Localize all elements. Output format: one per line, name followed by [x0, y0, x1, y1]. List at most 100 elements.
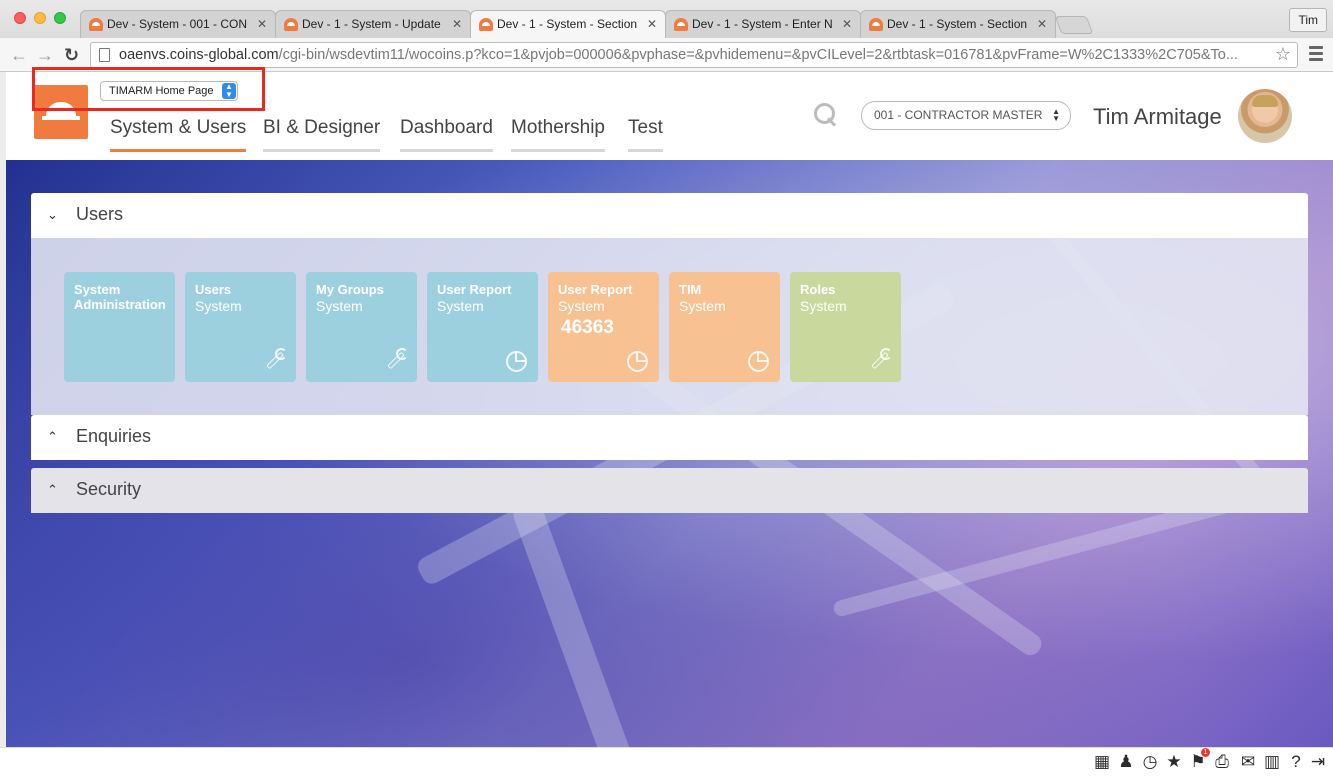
history-icon[interactable]: ◷ — [1140, 752, 1160, 772]
nav-tab-system-users[interactable]: System & Users — [110, 117, 247, 152]
tile-subtitle: System — [437, 298, 484, 314]
tab-title: Dev - 1 - System - Section — [887, 17, 1028, 31]
chevron-up-icon: ⌃ — [47, 429, 58, 444]
page-icon — [99, 48, 110, 62]
browser-tab[interactable]: Dev - 1 - System - Section ✕ — [860, 10, 1056, 38]
forward-arrow-icon[interactable]: → — [36, 44, 54, 66]
wrench-icon — [867, 348, 892, 370]
star-icon[interactable]: ★ — [1164, 752, 1184, 772]
minimize-window-button[interactable] — [34, 12, 46, 24]
browser-tab-active[interactable]: Dev - 1 - System - Section ✕ — [470, 10, 666, 38]
browser-tab[interactable]: Dev - 1 - System - Enter N ✕ — [665, 10, 861, 38]
wrench-icon — [383, 348, 408, 370]
reload-icon[interactable]: ↻ — [64, 44, 79, 66]
select-arrows-icon: ▲ ▼ — [1052, 107, 1060, 123]
browser-menu-icon[interactable] — [1309, 46, 1323, 64]
tile-subtitle: System — [316, 298, 363, 314]
tab-title: Dev - System - 001 - CON — [107, 17, 248, 31]
tile-my-groups[interactable]: My Groups System — [306, 272, 417, 382]
nav-tab-dashboard[interactable]: Dashboard — [400, 117, 493, 152]
tile-subtitle: System — [558, 298, 605, 314]
zoom-window-button[interactable] — [54, 12, 66, 24]
bottom-toolbar: ▦ ♟ ◷ ★ ⚑ 1 ⎙ ✉ ▥ ? ⇥ — [0, 747, 1333, 777]
tab-title: Dev - 1 - System - Update — [302, 17, 441, 31]
coins-favicon-icon — [674, 18, 688, 31]
nav-tab-test[interactable]: Test — [628, 117, 663, 152]
apps-grid-icon[interactable]: ▦ — [1092, 752, 1112, 772]
enquiries-panel-header[interactable]: ⌃ Enquiries — [31, 415, 1308, 460]
tile-roles[interactable]: Roles System — [790, 272, 901, 382]
url-path: /cgi-bin/wsdevtim11/wocoins.p?kco=1&pvjo… — [278, 47, 1238, 63]
person-icon[interactable]: ♟ — [1116, 752, 1136, 772]
mail-icon[interactable]: ✉ — [1238, 752, 1258, 772]
tab-title: Dev - 1 - System - Section — [497, 17, 638, 31]
coins-favicon-icon — [479, 18, 493, 31]
profile-button[interactable]: Tim — [1289, 8, 1327, 32]
annotation-highlight-box — [32, 67, 265, 111]
tile-title: User Report — [437, 282, 512, 297]
tile-subtitle: System — [195, 298, 242, 314]
browser-tab[interactable]: Dev - 1 - System - Update ✕ — [275, 10, 471, 38]
chevron-down-icon: ⌄ — [47, 207, 58, 222]
panel-title: Users — [76, 204, 124, 224]
users-panel-header[interactable]: ⌄ Users — [31, 193, 1308, 238]
back-arrow-icon[interactable]: ← — [10, 44, 28, 66]
pie-chart-icon — [504, 348, 527, 372]
panel-title: Enquiries — [76, 426, 152, 446]
background-decoration — [510, 498, 642, 747]
users-panel-body: System Administration Users System My Gr… — [31, 238, 1308, 415]
company-select-value: 001 - CONTRACTOR MASTER — [874, 108, 1043, 122]
tile-system-administration[interactable]: System Administration — [64, 272, 175, 382]
tile-user-report-count[interactable]: User Report System 46363 — [548, 272, 659, 382]
tile-users[interactable]: Users System — [185, 272, 296, 382]
tile-subtitle: System — [800, 298, 847, 314]
new-tab-button[interactable] — [1054, 16, 1094, 34]
coins-favicon-icon — [89, 18, 103, 31]
user-name[interactable]: Tim Armitage — [1093, 104, 1222, 130]
search-icon[interactable] — [814, 103, 836, 125]
tile-title-line2: Administration — [74, 297, 166, 312]
browser-titlebar: Dev - System - 001 - CON ✕ Dev - 1 - Sys… — [0, 0, 1333, 38]
coins-favicon-icon — [284, 18, 298, 31]
chevron-up-icon: ⌃ — [47, 482, 58, 497]
panel-title: Security — [76, 479, 142, 499]
nav-tab-bi-designer[interactable]: BI & Designer — [263, 117, 381, 152]
tile-subtitle: System — [679, 298, 726, 314]
tab-title: Dev - 1 - System - Enter N — [692, 17, 833, 31]
tile-title: System — [74, 282, 121, 297]
main-content: ⌄ Users System Administration Users Syst… — [6, 160, 1333, 747]
url-text: oaenvs.coins-global.com/cgi-bin/wsdevtim… — [119, 43, 1269, 67]
tile-title: Roles — [800, 282, 836, 297]
avatar[interactable] — [1238, 89, 1292, 143]
tile-tim[interactable]: TIM System — [669, 272, 780, 382]
users-panel: ⌄ Users System Administration Users Syst… — [31, 193, 1308, 415]
notification-badge: 1 — [1201, 748, 1210, 757]
bookmark-star-icon[interactable]: ☆ — [1275, 44, 1291, 65]
close-tab-icon[interactable]: ✕ — [1037, 17, 1047, 31]
pie-chart-icon — [625, 348, 648, 372]
tile-title: Users — [195, 282, 232, 297]
close-tab-icon[interactable]: ✕ — [452, 17, 462, 31]
url-host: oaenvs.coins-global.com — [119, 47, 279, 63]
nav-tab-mothership[interactable]: Mothership — [511, 117, 605, 152]
close-tab-icon[interactable]: ✕ — [257, 17, 267, 31]
browser-tab[interactable]: Dev - System - 001 - CON ✕ — [80, 10, 276, 38]
tile-title: User Report — [558, 282, 633, 297]
library-icon[interactable]: ▥ — [1262, 752, 1282, 772]
help-icon[interactable]: ? — [1286, 752, 1306, 772]
close-window-button[interactable] — [14, 12, 26, 24]
close-tab-icon[interactable]: ✕ — [842, 17, 852, 31]
tile-user-report[interactable]: User Report System — [427, 272, 538, 382]
enquiries-panel: ⌃ Enquiries — [31, 415, 1308, 460]
company-select[interactable]: 001 - CONTRACTOR MASTER ▲ ▼ — [861, 101, 1071, 130]
close-tab-icon[interactable]: ✕ — [647, 17, 657, 31]
tile-title: My Groups — [316, 282, 384, 297]
security-panel: ⌃ Security — [31, 468, 1308, 513]
pie-chart-icon — [746, 348, 769, 372]
printer-icon[interactable]: ⎙ — [1212, 752, 1232, 772]
app-header: TIMARM Home Page ▲ ▼ System & Users BI & … — [6, 67, 1333, 160]
coins-favicon-icon — [869, 18, 883, 31]
security-panel-header[interactable]: ⌃ Security — [31, 468, 1308, 513]
logout-icon[interactable]: ⇥ — [1308, 752, 1328, 772]
address-bar[interactable]: oaenvs.coins-global.com/cgi-bin/wsdevtim… — [90, 42, 1298, 68]
